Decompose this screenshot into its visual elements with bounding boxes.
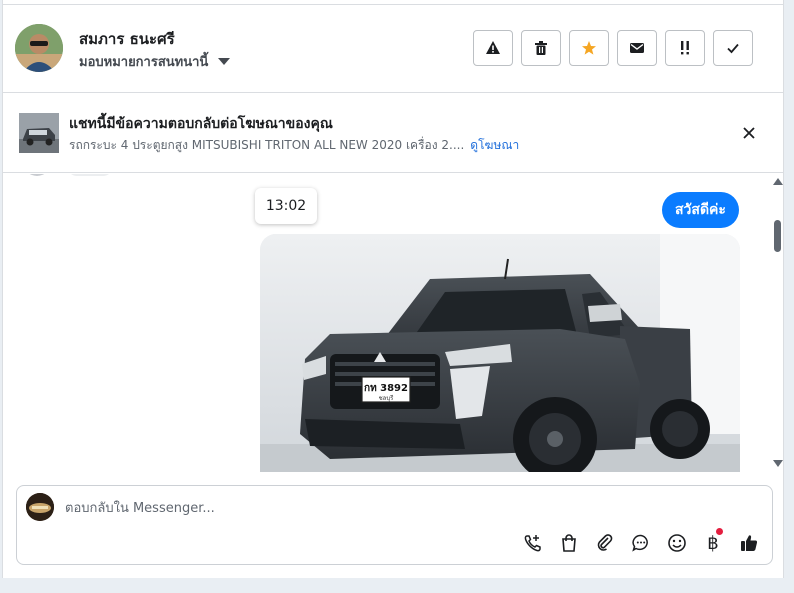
star-button[interactable] bbox=[569, 30, 609, 66]
contact-name: สมภาร ธนะศรี bbox=[79, 30, 175, 48]
follow-up-button[interactable] bbox=[665, 30, 705, 66]
ad-thumbnail-image bbox=[19, 113, 59, 153]
page-logo-image bbox=[26, 493, 54, 521]
payment-button[interactable]: ฿ bbox=[702, 528, 724, 554]
assign-conversation-dropdown[interactable]: มอบหมายการสนทนานี้ bbox=[79, 51, 231, 72]
mark-done-button[interactable] bbox=[713, 30, 753, 66]
emoji-icon bbox=[668, 534, 686, 552]
delete-button[interactable] bbox=[521, 30, 561, 66]
sent-message-bubble[interactable]: สวัสดีค่ะ bbox=[662, 192, 739, 228]
chat-thread[interactable]: 13:02 สวัสดีค่ะ กท 3892 ชลบุรี bbox=[3, 174, 783, 472]
ad-description-text: รถกระบะ 4 ประตูยกสูง MITSUBISHI TRITON A… bbox=[69, 138, 465, 152]
like-button[interactable] bbox=[738, 532, 760, 554]
shopping-bag-icon bbox=[562, 534, 576, 552]
scroll-up-arrow[interactable] bbox=[773, 178, 783, 185]
avatar-photo bbox=[15, 24, 63, 72]
call-button[interactable] bbox=[522, 532, 544, 554]
header-actions bbox=[473, 30, 753, 66]
baht-icon: ฿ bbox=[707, 532, 719, 554]
close-icon bbox=[743, 127, 755, 139]
close-banner-button[interactable] bbox=[739, 123, 759, 143]
page-avatar bbox=[26, 493, 54, 521]
previous-message-bubble bbox=[67, 174, 113, 176]
ad-banner-title: แชทนี้มีข้อความตอบกลับต่อโฆษณาของคุณ bbox=[69, 116, 333, 132]
thumbs-up-icon bbox=[741, 535, 758, 551]
pickup-truck-photo: กท 3892 ชลบุรี bbox=[260, 234, 740, 472]
mark-unread-button[interactable] bbox=[617, 30, 657, 66]
messenger-panel: สมภาร ธนะศรี มอบหมายการสนทนานี้ แชทนี้มี… bbox=[2, 0, 784, 578]
ad-description: รถกระบะ 4 ประตูยกสูง MITSUBISHI TRITON A… bbox=[69, 136, 519, 155]
mail-icon bbox=[630, 43, 644, 53]
emoji-button[interactable] bbox=[666, 532, 688, 554]
trash-icon bbox=[535, 41, 547, 55]
star-icon bbox=[582, 41, 596, 55]
notification-dot bbox=[716, 528, 723, 535]
license-plate-text: กท 3892 bbox=[364, 383, 408, 394]
attach-button[interactable] bbox=[594, 532, 616, 554]
view-ad-link[interactable]: ดูโฆษณา bbox=[470, 138, 519, 152]
contact-avatar[interactable] bbox=[15, 24, 63, 72]
check-icon bbox=[727, 43, 739, 54]
sent-photo-attachment[interactable]: กท 3892 ชลบุรี bbox=[260, 234, 740, 472]
assign-label: มอบหมายการสนทนานี้ bbox=[79, 55, 209, 70]
message-timestamp: 13:02 bbox=[255, 188, 317, 224]
composer-toolbar: ฿ bbox=[522, 528, 760, 554]
report-button[interactable] bbox=[473, 30, 513, 66]
reply-input[interactable] bbox=[65, 497, 755, 519]
follow-up-icon bbox=[681, 41, 689, 55]
license-plate-province: ชลบุรี bbox=[379, 394, 395, 402]
chat-bubble-icon bbox=[632, 534, 648, 552]
ad-thumbnail[interactable] bbox=[19, 113, 59, 153]
ad-reply-banner: แชทนี้มีข้อความตอบกลับต่อโฆษณาของคุณ รถก… bbox=[3, 93, 783, 173]
scrollbar-thumb[interactable] bbox=[774, 220, 781, 252]
previous-sender-avatar bbox=[23, 174, 51, 176]
paperclip-icon bbox=[597, 534, 613, 551]
shop-button[interactable] bbox=[558, 532, 580, 554]
conversation-header: สมภาร ธนะศรี มอบหมายการสนทนานี้ bbox=[3, 5, 783, 93]
phone-add-icon bbox=[524, 535, 541, 552]
caret-down-icon bbox=[218, 58, 231, 65]
message-composer: ฿ bbox=[16, 485, 773, 565]
warning-icon bbox=[486, 41, 500, 54]
scroll-down-arrow[interactable] bbox=[773, 460, 783, 467]
saved-replies-button[interactable] bbox=[630, 532, 652, 554]
